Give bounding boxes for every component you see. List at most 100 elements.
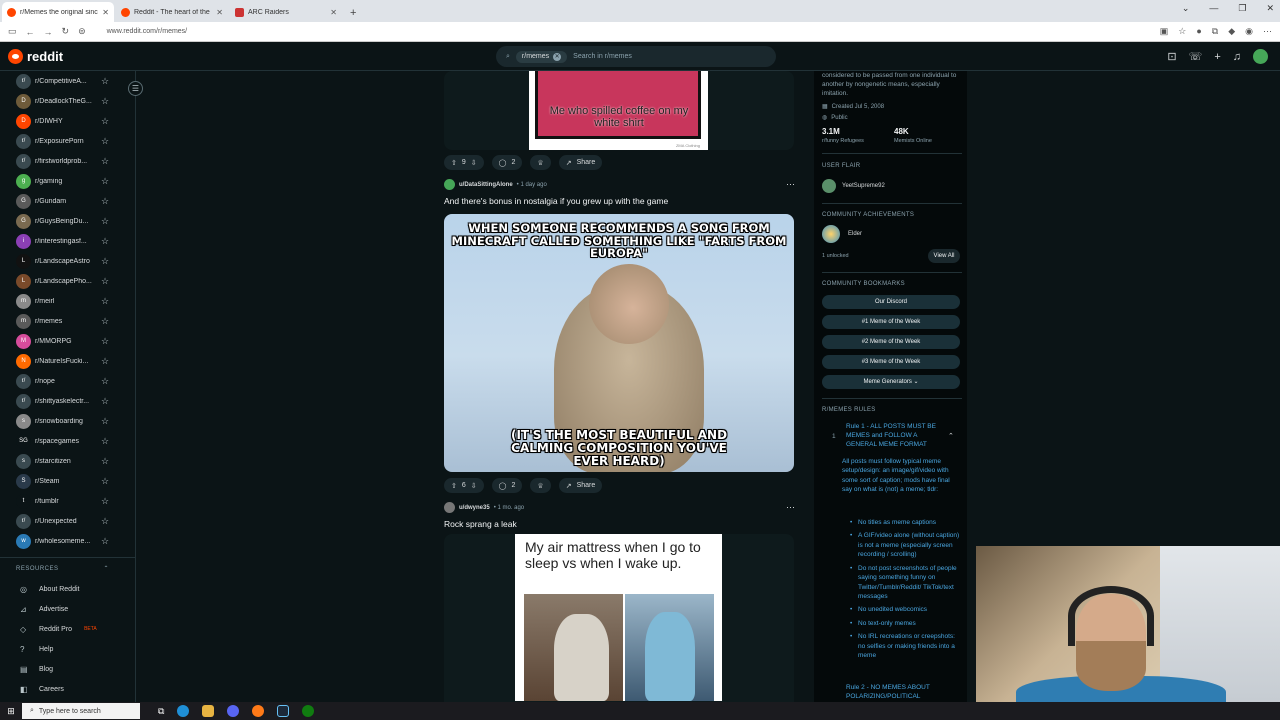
new-tab-button[interactable]: + xyxy=(342,7,364,22)
sidebar-community-item[interactable]: Dr/DIWHY ☆ xyxy=(0,111,135,131)
bookmark-discord-button[interactable]: Our Discord xyxy=(822,295,960,309)
meme-generators-dropdown[interactable]: Meme Generators ⌄ xyxy=(822,375,960,389)
reader-icon[interactable]: ▣ xyxy=(1160,26,1169,37)
collapse-sidebar-button[interactable]: ☰ xyxy=(128,81,143,96)
windows-start-icon[interactable]: ⊞ xyxy=(0,702,22,720)
notification-bell-icon[interactable]: ♫ xyxy=(1233,51,1241,63)
favorite-star-icon[interactable]: ☆ xyxy=(101,136,109,147)
sidebar-community-item[interactable]: Lr/LandscapeAstro ☆ xyxy=(0,251,135,271)
upvote-icon[interactable]: ⇧ xyxy=(451,159,457,167)
sidebar-community-item[interactable]: Gr/GuysBeingDu... ☆ xyxy=(0,211,135,231)
remove-scope-icon[interactable]: ✕ xyxy=(553,52,562,61)
comments-button[interactable]: ◯ 2 xyxy=(491,155,523,170)
search-input[interactable]: Search in r/memes xyxy=(573,53,632,60)
collections-icon[interactable]: ⧉ xyxy=(1212,26,1218,37)
share-button[interactable]: ↗ Share xyxy=(558,478,603,493)
menu-icon[interactable]: ⋯ xyxy=(1263,26,1272,37)
favorite-star-icon[interactable]: ☆ xyxy=(101,436,109,447)
resource-link[interactable]: ◇ Reddit Pro BETA xyxy=(0,619,135,639)
favorite-star-icon[interactable]: ☆ xyxy=(101,256,109,267)
favorite-star-icon[interactable]: ☆ xyxy=(101,356,109,367)
discord-icon[interactable] xyxy=(227,705,240,717)
post-title[interactable]: Rock sprang a leak xyxy=(444,519,517,529)
sidebar-community-item[interactable]: r/r/firstworldprob... ☆ xyxy=(0,151,135,171)
task-view-icon[interactable]: ⧉ xyxy=(158,706,164,717)
rule-title[interactable]: Rule 1 - ALL POSTS MUST BE MEMES and FOL… xyxy=(846,422,946,449)
firefox-icon[interactable] xyxy=(252,705,265,717)
downvote-icon[interactable]: ⇩ xyxy=(471,159,477,167)
post-image[interactable]: WHEN SOMEONE RECOMMENDS A SONG FROM MINE… xyxy=(444,214,794,472)
reload-icon[interactable]: ↻ xyxy=(62,26,70,37)
post-author[interactable]: u/dwyne35 xyxy=(459,505,490,511)
favorite-star-icon[interactable]: ☆ xyxy=(101,276,109,287)
chat-icon[interactable]: ☏ xyxy=(1189,50,1203,63)
post-options-icon[interactable]: ⋯ xyxy=(786,502,795,513)
favorite-star-icon[interactable]: ☆ xyxy=(101,96,109,107)
favorite-star-icon[interactable]: ☆ xyxy=(101,76,109,87)
user-avatar[interactable] xyxy=(1253,49,1268,64)
favorite-star-icon[interactable]: ☆ xyxy=(101,456,109,467)
comments-button[interactable]: ◯ 2 xyxy=(491,478,523,493)
forward-icon[interactable]: → xyxy=(44,27,53,37)
chevron-down-icon[interactable]: ⌄ xyxy=(1182,3,1190,14)
user-avatar[interactable] xyxy=(444,502,455,513)
favorite-star-icon[interactable]: ☆ xyxy=(101,216,109,227)
sidebar-community-item[interactable]: Sr/Steam ☆ xyxy=(0,471,135,491)
favorite-star-icon[interactable]: ☆ xyxy=(101,176,109,187)
create-post-icon[interactable]: + xyxy=(1214,51,1220,63)
advertise-icon[interactable]: ⊡ xyxy=(1167,50,1176,63)
file-explorer-icon[interactable] xyxy=(202,705,215,717)
url-field[interactable]: www.reddit.com/r/memes/ xyxy=(107,28,188,35)
sidebar-toggle-icon[interactable]: ▭ xyxy=(8,26,17,37)
close-tab-icon[interactable]: ✕ xyxy=(102,8,109,17)
favorite-star-icon[interactable]: ☆ xyxy=(101,236,109,247)
user-avatar[interactable] xyxy=(444,179,455,190)
edge-icon[interactable] xyxy=(177,705,190,717)
bookmark-meme3-button[interactable]: #3 Meme of the Week xyxy=(822,355,960,369)
favorite-star-icon[interactable]: ☆ xyxy=(1178,26,1186,37)
upvote-icon[interactable]: ⇧ xyxy=(451,482,457,490)
sidebar-community-item[interactable]: s r/snowboarding ☆ xyxy=(0,411,135,431)
downvote-icon[interactable]: ⇩ xyxy=(471,482,477,490)
resource-link[interactable]: ◎ About Reddit xyxy=(0,579,135,599)
bookmark-meme1-button[interactable]: #1 Meme of the Week xyxy=(822,315,960,329)
extension-badge-icon[interactable]: ◆ xyxy=(1228,26,1235,37)
sidebar-community-item[interactable]: r/r/Unexpected ☆ xyxy=(0,511,135,531)
close-tab-icon[interactable]: ✕ xyxy=(330,8,337,17)
sidebar-community-item[interactable]: t r/tumblr ☆ xyxy=(0,491,135,511)
resources-header[interactable]: RESOURCES ⌃ xyxy=(0,557,135,579)
chevron-up-icon[interactable]: ⌃ xyxy=(948,432,954,440)
favorite-star-icon[interactable]: ☆ xyxy=(101,336,109,347)
back-icon[interactable]: ← xyxy=(26,27,35,37)
extension-icon[interactable]: ● xyxy=(1196,26,1201,37)
reddit-logo[interactable]: reddit xyxy=(8,49,63,64)
favorite-star-icon[interactable]: ☆ xyxy=(101,516,109,527)
sidebar-community-item[interactable]: Mr/MMORPG ☆ xyxy=(0,331,135,351)
sidebar-community-item[interactable]: Gr/Gundam ☆ xyxy=(0,191,135,211)
view-all-button[interactable]: View All xyxy=(928,249,960,263)
post-author[interactable]: u/DataSittingAlone xyxy=(459,182,513,188)
taskbar-search-input[interactable]: Type here to search xyxy=(39,708,101,715)
favorite-star-icon[interactable]: ☆ xyxy=(101,156,109,167)
post-title[interactable]: And there's bonus in nostalgia if you gr… xyxy=(444,196,668,206)
close-tab-icon[interactable]: ✕ xyxy=(216,8,223,17)
rule-title[interactable]: Rule 2 - NO MEMES ABOUT POLARIZING/POLIT… xyxy=(846,683,956,701)
resource-link[interactable]: ⊿ Advertise xyxy=(0,599,135,619)
favorite-star-icon[interactable]: ☆ xyxy=(101,536,109,547)
site-info-icon[interactable]: ⊜ xyxy=(78,26,86,37)
favorite-star-icon[interactable]: ☆ xyxy=(101,376,109,387)
steam-icon[interactable] xyxy=(277,705,290,717)
favorite-star-icon[interactable]: ☆ xyxy=(101,296,109,307)
favorite-star-icon[interactable]: ☆ xyxy=(101,316,109,327)
post-image[interactable]: My air mattress when I go to sleep vs wh… xyxy=(444,534,794,702)
flair-name[interactable]: YeetSupreme92 xyxy=(842,183,885,189)
sidebar-community-item[interactable]: Nr/NatureIsFucki... ☆ xyxy=(0,351,135,371)
search-bar[interactable]: ⌕ r/memes ✕ Search in r/memes xyxy=(496,46,776,67)
award-button[interactable]: ♕ xyxy=(530,478,551,493)
profile-icon[interactable]: ◉ xyxy=(1245,26,1253,37)
resource-link[interactable]: ? Help xyxy=(0,639,135,659)
sidebar-community-item[interactable]: r/r/CompetitiveA... ☆ xyxy=(0,71,135,91)
sidebar-community-item[interactable]: SG r/spacegames ☆ xyxy=(0,431,135,451)
browser-tab-memes[interactable]: r/Memes the original since 2008 ✕ xyxy=(2,2,114,22)
favorite-star-icon[interactable]: ☆ xyxy=(101,496,109,507)
